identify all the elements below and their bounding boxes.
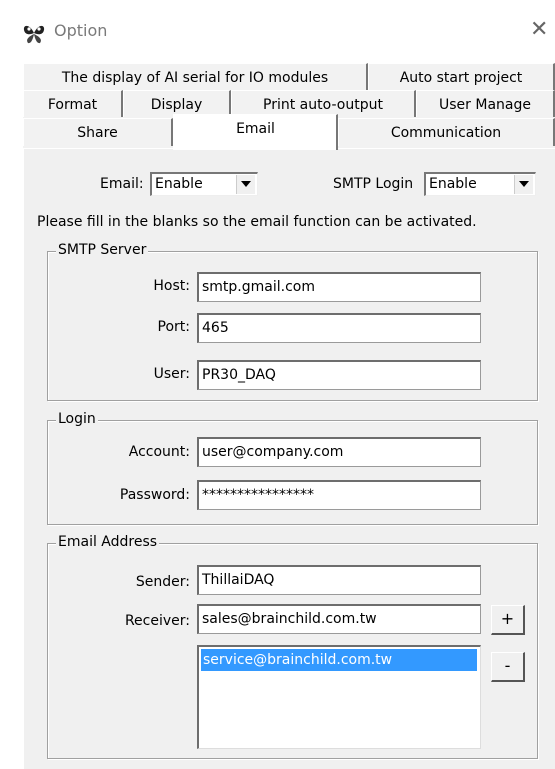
host-label: Host: xyxy=(153,278,190,294)
sender-input[interactable]: ThillaiDAQ xyxy=(197,565,481,595)
remove-receiver-button[interactable]: - xyxy=(491,652,525,682)
smtp-server-legend: SMTP Server xyxy=(56,242,149,258)
smtp-login-label: SMTP Login xyxy=(333,176,414,192)
tab-auto-start-project[interactable]: Auto start project xyxy=(368,63,555,91)
email-label: Email: xyxy=(100,176,144,192)
password-input[interactable]: **************** xyxy=(197,480,481,510)
butterfly-app-icon xyxy=(22,21,46,45)
tab-user-manage[interactable]: User Manage xyxy=(416,90,555,118)
tab-format[interactable]: Format xyxy=(23,90,123,118)
tab-ai-serial-display[interactable]: The display of AI serial for IO modules xyxy=(23,63,368,91)
email-address-legend: Email Address xyxy=(56,534,160,550)
sender-label: Sender: xyxy=(135,574,190,590)
tab-email[interactable]: Email xyxy=(173,114,338,150)
host-input[interactable]: smtp.gmail.com xyxy=(197,272,481,302)
account-input[interactable]: user@company.com xyxy=(197,437,481,467)
window-title: Option xyxy=(54,21,108,40)
tab-communication[interactable]: Communication xyxy=(338,118,555,146)
port-label: Port: xyxy=(157,319,190,335)
port-input[interactable]: 465 xyxy=(197,313,481,343)
add-receiver-button[interactable]: + xyxy=(491,605,525,635)
login-legend: Login xyxy=(56,411,98,427)
user-input[interactable]: PR30_DAQ xyxy=(197,360,481,390)
email-enable-select[interactable]: Enable xyxy=(150,172,258,196)
tab-share[interactable]: Share xyxy=(23,118,173,146)
smtp-login-select[interactable]: Enable xyxy=(424,172,536,196)
receiver-input[interactable]: sales@brainchild.com.tw xyxy=(197,604,481,634)
receiver-label: Receiver: xyxy=(124,613,190,629)
close-icon[interactable]: ✕ xyxy=(530,17,552,43)
account-label: Account: xyxy=(128,444,190,460)
chevron-down-icon[interactable] xyxy=(236,175,255,194)
instruction-text: Please fill in the blanks so the email f… xyxy=(37,214,477,230)
list-item[interactable]: service@brainchild.com.tw xyxy=(201,649,477,671)
email-enable-value: Enable xyxy=(155,176,203,192)
receivers-listbox[interactable]: service@brainchild.com.tw xyxy=(197,645,481,749)
password-label: Password: xyxy=(119,487,190,503)
user-label: User: xyxy=(153,366,190,382)
chevron-down-icon[interactable] xyxy=(514,175,533,194)
smtp-login-value: Enable xyxy=(429,176,477,192)
